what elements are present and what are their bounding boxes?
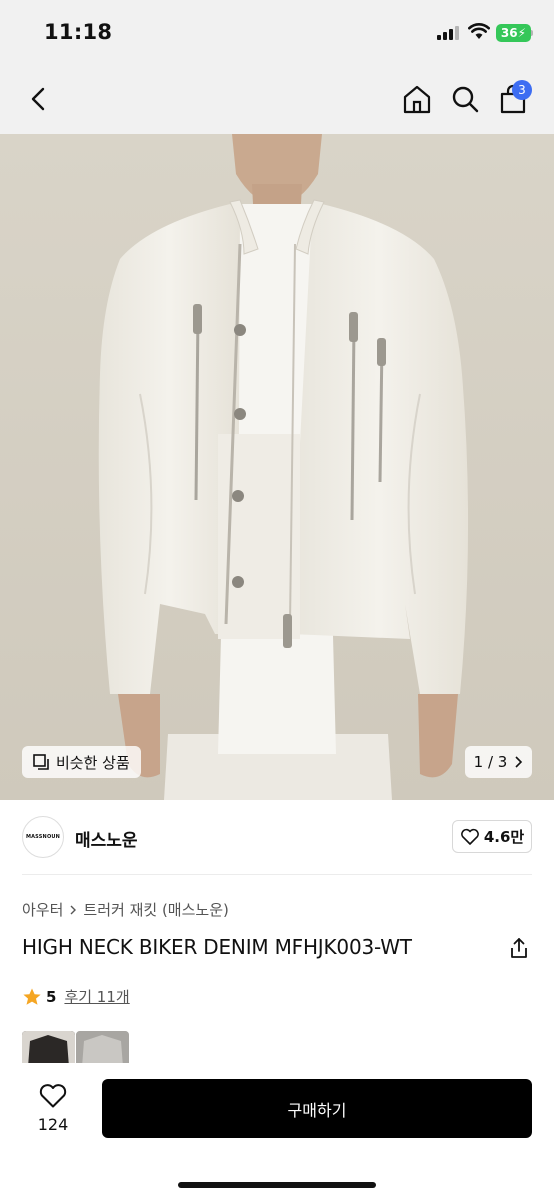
- chevron-right-icon: [515, 756, 523, 768]
- wifi-icon: [468, 23, 490, 39]
- wishlist-count: 124: [37, 1115, 69, 1134]
- battery-level: 36: [500, 26, 518, 40]
- wishlist-button[interactable]: 124: [22, 1083, 84, 1134]
- rating-value: 5: [46, 987, 57, 1006]
- heart-icon: [460, 828, 479, 845]
- similar-icon: [33, 754, 49, 770]
- chevron-right-icon: [70, 905, 77, 914]
- image-page-indicator[interactable]: 1 / 3: [465, 746, 532, 778]
- bottom-action-bar: 124 구매하기: [0, 1063, 554, 1200]
- color-thumbnail-black[interactable]: [22, 1031, 75, 1067]
- heart-icon: [39, 1084, 67, 1108]
- star-icon: [23, 988, 41, 1005]
- cart-count-badge: 3: [512, 80, 532, 100]
- breadcrumb: 아우터 트러커 재킷 (매스노운): [22, 899, 229, 920]
- battery-icon: 36⚡: [496, 24, 531, 42]
- share-icon[interactable]: [508, 936, 530, 960]
- rating-row: 5 후기 11개: [22, 986, 130, 1007]
- status-bar: 11:18 36⚡: [0, 0, 554, 64]
- brand-logo[interactable]: MASSNOUN: [22, 816, 64, 858]
- home-indicator: [178, 1182, 376, 1188]
- brand-name[interactable]: 매스노운: [75, 826, 138, 851]
- search-icon[interactable]: [448, 82, 482, 116]
- review-link[interactable]: 후기 11개: [64, 986, 129, 1007]
- breadcrumb-category[interactable]: 아우터: [22, 899, 63, 920]
- product-photo: [0, 134, 554, 800]
- signal-icon: [437, 26, 461, 40]
- home-icon[interactable]: [400, 82, 434, 116]
- buy-button[interactable]: 구매하기: [102, 1079, 532, 1138]
- status-time: 11:18: [44, 20, 113, 44]
- product-title: HIGH NECK BIKER DENIM MFHJK003-WT: [22, 935, 412, 959]
- nav-bar: [0, 64, 554, 134]
- similar-products-button[interactable]: 비슷한 상품: [22, 746, 141, 778]
- back-icon[interactable]: [22, 82, 56, 116]
- color-thumbnail-gray[interactable]: [76, 1031, 129, 1067]
- product-image[interactable]: [0, 134, 554, 800]
- brand-row: MASSNOUN 매스노운 4.6만: [0, 800, 554, 874]
- similar-products-label: 비슷한 상품: [56, 753, 130, 772]
- divider: [22, 874, 532, 875]
- brand-like-count: 4.6만: [483, 828, 525, 846]
- brand-like-button[interactable]: 4.6만: [452, 820, 532, 853]
- breadcrumb-subcategory[interactable]: 트러커 재킷 (매스노운): [83, 899, 228, 920]
- page-indicator-text: 1 / 3: [473, 753, 508, 771]
